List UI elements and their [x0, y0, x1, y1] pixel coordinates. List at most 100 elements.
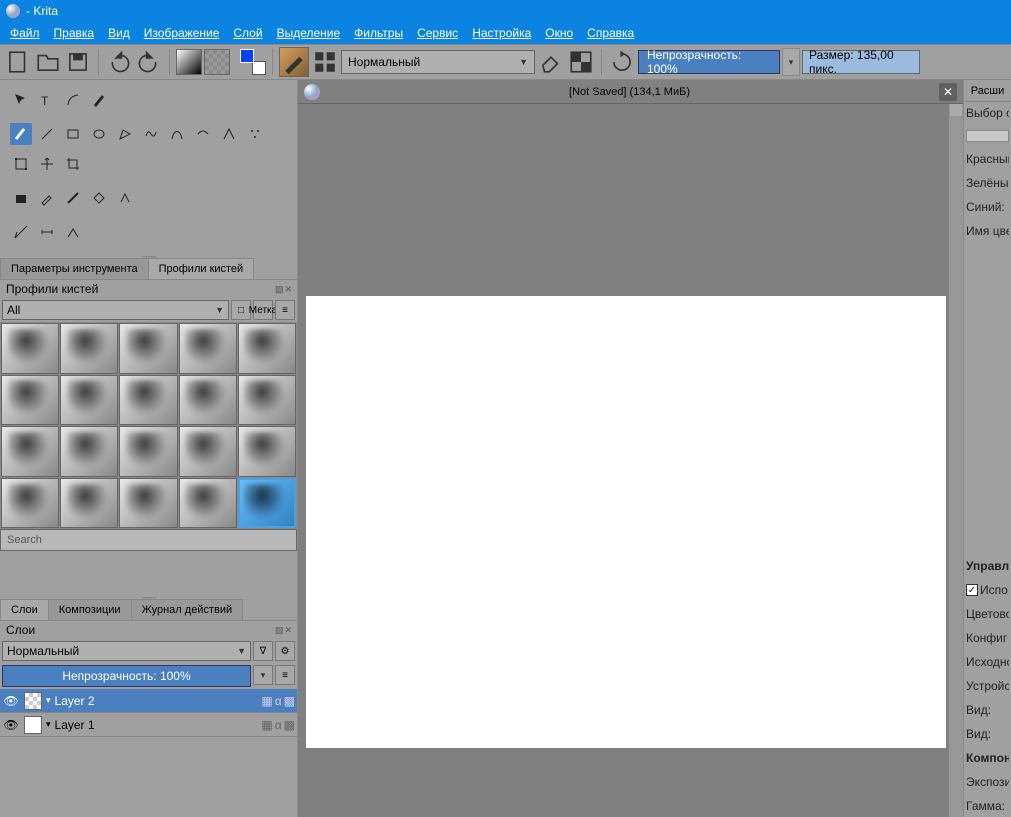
- undo-button[interactable]: [105, 48, 133, 76]
- checker-icon[interactable]: ▩: [284, 718, 295, 732]
- layer-item[interactable]: 👁 ▾ Layer 2 ▦α▩: [0, 689, 297, 713]
- menu-select[interactable]: Выделение: [277, 26, 341, 40]
- layer-item[interactable]: 👁 ▾ Layer 1 ▦α▩: [0, 713, 297, 737]
- close-icon[interactable]: ✕: [284, 625, 291, 636]
- brush-preset[interactable]: [1, 375, 59, 426]
- reference-image-tool[interactable]: [62, 221, 84, 243]
- menu-layer[interactable]: Слой: [233, 26, 262, 40]
- brush-view-button[interactable]: ≡: [275, 300, 295, 320]
- dynamic-brush-tool[interactable]: [218, 123, 240, 145]
- polyline-tool[interactable]: [140, 123, 162, 145]
- menu-filters[interactable]: Фильтры: [354, 26, 403, 40]
- advanced-color-button[interactable]: Расши: [964, 80, 1011, 102]
- text-tool[interactable]: T: [36, 89, 58, 111]
- canvas[interactable]: [306, 296, 946, 748]
- fill-tool[interactable]: [10, 187, 32, 209]
- brush-preset[interactable]: [238, 375, 296, 426]
- new-file-button[interactable]: [4, 48, 32, 76]
- pattern-swatch[interactable]: [204, 49, 230, 75]
- gradient-tool[interactable]: [62, 187, 84, 209]
- menu-edit[interactable]: Правка: [54, 26, 95, 40]
- brush-search-input[interactable]: Search: [0, 529, 297, 551]
- layer-opacity-slider[interactable]: Непрозрачность: 100%: [2, 665, 251, 687]
- menu-help[interactable]: Справка: [587, 26, 634, 40]
- ellipse-tool[interactable]: [88, 123, 110, 145]
- layer-filter-button[interactable]: ∇: [253, 641, 273, 661]
- crop-tool[interactable]: [62, 153, 84, 175]
- brush-preset[interactable]: [1, 426, 59, 477]
- color-picker-tool[interactable]: [36, 187, 58, 209]
- alpha-icon[interactable]: α: [275, 694, 282, 708]
- brush-preset[interactable]: [1, 478, 59, 529]
- float-icon[interactable]: ▧: [275, 284, 283, 295]
- edit-shapes-tool[interactable]: [62, 89, 84, 111]
- freehand-path-tool[interactable]: [192, 123, 214, 145]
- visibility-toggle[interactable]: 👁: [2, 718, 20, 732]
- blend-mode-select[interactable]: Нормальный ▼: [341, 50, 535, 74]
- use-env-checkbox[interactable]: ✓Испо: [966, 583, 1009, 597]
- brush-preset[interactable]: [60, 323, 118, 374]
- close-document-button[interactable]: ✕: [939, 83, 957, 101]
- menu-window[interactable]: Окно: [545, 26, 573, 40]
- fg-bg-colors[interactable]: [240, 49, 266, 75]
- smart-fill-tool[interactable]: [114, 187, 136, 209]
- brush-preset[interactable]: [179, 323, 237, 374]
- brush-preset[interactable]: [179, 375, 237, 426]
- menu-file[interactable]: Файл: [10, 26, 40, 40]
- checker-icon[interactable]: ▩: [284, 694, 295, 708]
- brush-preset[interactable]: [119, 478, 177, 529]
- opacity-dropdown[interactable]: ▾: [782, 48, 800, 76]
- brush-preset[interactable]: [60, 426, 118, 477]
- layer-opacity-dropdown[interactable]: ▾: [253, 665, 273, 685]
- layer-settings-button[interactable]: ⚙: [275, 641, 295, 661]
- freehand-brush-tool[interactable]: [10, 123, 32, 145]
- brush-preset-selected[interactable]: [238, 478, 296, 529]
- polygon-tool[interactable]: [114, 123, 136, 145]
- move-tool[interactable]: [10, 89, 32, 111]
- line-tool[interactable]: [36, 123, 58, 145]
- reload-preset-button[interactable]: [608, 48, 636, 76]
- eraser-toggle[interactable]: [537, 48, 565, 76]
- tab-history[interactable]: Журнал действий: [131, 599, 244, 620]
- open-file-button[interactable]: [34, 48, 62, 76]
- tab-compositions[interactable]: Композиции: [48, 599, 132, 620]
- visibility-toggle[interactable]: 👁: [2, 694, 20, 708]
- tab-tool-options[interactable]: Параметры инструмента: [0, 258, 149, 279]
- brush-preset[interactable]: [1, 323, 59, 374]
- menu-settings[interactable]: Настройка: [472, 26, 531, 40]
- brush-preset[interactable]: [119, 426, 177, 477]
- tab-layers[interactable]: Слои: [0, 599, 49, 620]
- close-icon[interactable]: ✕: [284, 284, 291, 295]
- vertical-scrollbar[interactable]: [949, 104, 963, 817]
- gradient-swatch[interactable]: [176, 49, 202, 75]
- float-icon[interactable]: ▧: [275, 625, 283, 636]
- pattern-edit-tool[interactable]: [88, 187, 110, 209]
- calligraphy-tool[interactable]: [88, 89, 110, 111]
- brush-preset[interactable]: [238, 323, 296, 374]
- brush-preset[interactable]: [238, 426, 296, 477]
- brush-tag-button[interactable]: Метка: [253, 300, 273, 320]
- multi-brush-tool[interactable]: [244, 123, 266, 145]
- move-layer-tool[interactable]: [36, 153, 58, 175]
- layer-properties-button[interactable]: ≡: [275, 665, 295, 685]
- brush-size-field[interactable]: Размер: 135,00 пикс.: [802, 50, 920, 74]
- measure-tool[interactable]: [36, 221, 58, 243]
- save-file-button[interactable]: [64, 48, 92, 76]
- brush-preset[interactable]: [119, 323, 177, 374]
- brush-preset[interactable]: [60, 375, 118, 426]
- menu-image[interactable]: Изображение: [144, 26, 220, 40]
- alpha-lock-toggle[interactable]: [567, 48, 595, 76]
- color-swatch[interactable]: [966, 130, 1009, 142]
- lock-icon[interactable]: ▦: [261, 694, 272, 708]
- assistant-tool[interactable]: [10, 221, 32, 243]
- menu-service[interactable]: Сервис: [417, 26, 458, 40]
- rectangle-tool[interactable]: [62, 123, 84, 145]
- brush-tag-filter[interactable]: All▼: [2, 300, 229, 320]
- brush-preset[interactable]: [179, 478, 237, 529]
- brush-preset-button[interactable]: [279, 47, 309, 77]
- alpha-icon[interactable]: α: [275, 718, 282, 732]
- brush-settings-button[interactable]: [311, 48, 339, 76]
- layer-blend-select[interactable]: Нормальный▼: [2, 641, 251, 661]
- bezier-tool[interactable]: [166, 123, 188, 145]
- brush-preset[interactable]: [60, 478, 118, 529]
